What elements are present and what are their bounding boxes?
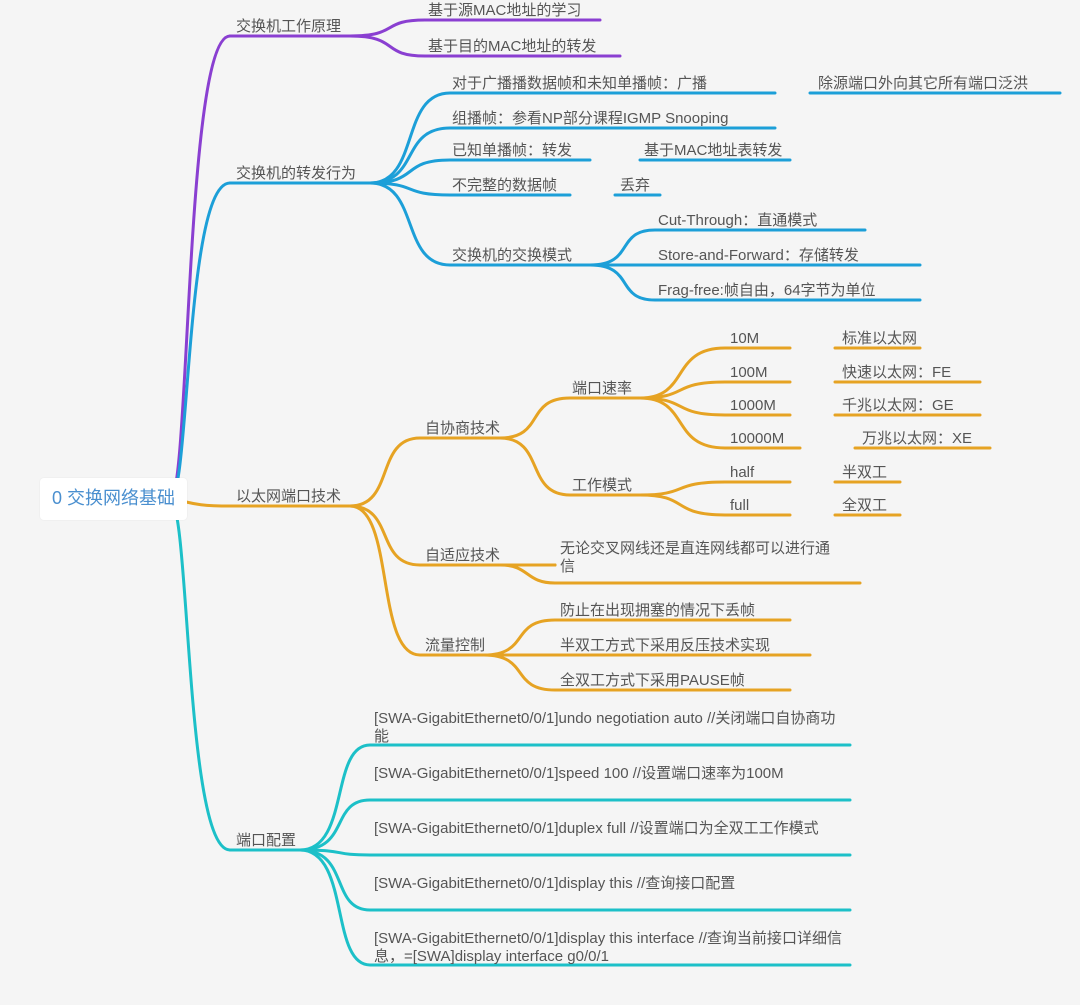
b3-r3[interactable]: 1000M — [730, 397, 776, 415]
b1-c2[interactable]: 基于目的MAC地址的转发 — [428, 38, 596, 56]
b3-s2-desc[interactable]: 无论交叉网线还是直连网线都可以进行通信 — [560, 540, 840, 576]
root-node[interactable]: 0 交换网络基础 — [40, 478, 187, 520]
b3-w1a[interactable]: 半双工 — [842, 464, 887, 482]
b3-s1-label[interactable]: 自协商技术 — [425, 420, 500, 438]
b2-c5-m3[interactable]: Frag-free:帧自由，64字节为单位 — [658, 282, 876, 300]
b3-label[interactable]: 以太网端口技术 — [236, 488, 341, 506]
b2-c5-m2[interactable]: Store-and-Forward：存储转发 — [658, 247, 859, 265]
b2-label[interactable]: 交换机的转发行为 — [236, 165, 356, 183]
b4-c4[interactable]: [SWA-GigabitEthernet0/0/1]display this /… — [374, 875, 844, 893]
b4-c2[interactable]: [SWA-GigabitEthernet0/0/1]speed 100 //设置… — [374, 765, 844, 783]
b3-r1[interactable]: 10M — [730, 330, 759, 348]
b3-r4a[interactable]: 万兆以太网：XE — [862, 430, 972, 448]
b3-f1[interactable]: 防止在出现拥塞的情况下丢帧 — [560, 602, 755, 620]
b3-r2[interactable]: 100M — [730, 364, 768, 382]
b2-c3a[interactable]: 基于MAC地址表转发 — [644, 142, 782, 160]
mindmap-canvas: 0 交换网络基础 交换机工作原理 基于源MAC地址的学习 基于目的MAC地址的转… — [0, 0, 1080, 1005]
b3-s2-label[interactable]: 自适应技术 — [425, 547, 500, 565]
b4-c3[interactable]: [SWA-GigabitEthernet0/0/1]duplex full //… — [374, 820, 844, 838]
b3-r1a[interactable]: 标准以太网 — [842, 330, 917, 348]
b2-c5-m1[interactable]: Cut-Through：直通模式 — [658, 212, 817, 230]
b3-rate-label[interactable]: 端口速率 — [572, 380, 632, 398]
b3-w2a[interactable]: 全双工 — [842, 497, 887, 515]
b3-workmode-label[interactable]: 工作模式 — [572, 477, 632, 495]
b2-c3[interactable]: 已知单播帧：转发 — [452, 142, 572, 160]
b2-c1a[interactable]: 除源端口外向其它所有端口泛洪 — [818, 75, 1028, 93]
b3-w1[interactable]: half — [730, 464, 754, 482]
b2-c2[interactable]: 组播帧：参看NP部分课程IGMP Snooping — [452, 110, 728, 128]
b2-c4[interactable]: 不完整的数据帧 — [452, 177, 557, 195]
b3-r4[interactable]: 10000M — [730, 430, 784, 448]
b1-c1[interactable]: 基于源MAC地址的学习 — [428, 2, 581, 20]
b3-f2[interactable]: 半双工方式下采用反压技术实现 — [560, 637, 770, 655]
b2-c4a[interactable]: 丢弃 — [620, 177, 650, 195]
b2-c5-label[interactable]: 交换机的交换模式 — [452, 247, 572, 265]
b4-c5[interactable]: [SWA-GigabitEthernet0/0/1]display this i… — [374, 930, 844, 966]
b4-c1[interactable]: [SWA-GigabitEthernet0/0/1]undo negotiati… — [374, 710, 844, 746]
b2-c1[interactable]: 对于广播播数据帧和未知单播帧：广播 — [452, 75, 707, 93]
b3-r2a[interactable]: 快速以太网：FE — [842, 364, 951, 382]
b3-f3[interactable]: 全双工方式下采用PAUSE帧 — [560, 672, 745, 690]
b1-label[interactable]: 交换机工作原理 — [236, 18, 341, 36]
b3-r3a[interactable]: 千兆以太网：GE — [842, 397, 954, 415]
b4-label[interactable]: 端口配置 — [236, 832, 296, 850]
b3-w2[interactable]: full — [730, 497, 749, 515]
b3-s3-label[interactable]: 流量控制 — [425, 637, 485, 655]
